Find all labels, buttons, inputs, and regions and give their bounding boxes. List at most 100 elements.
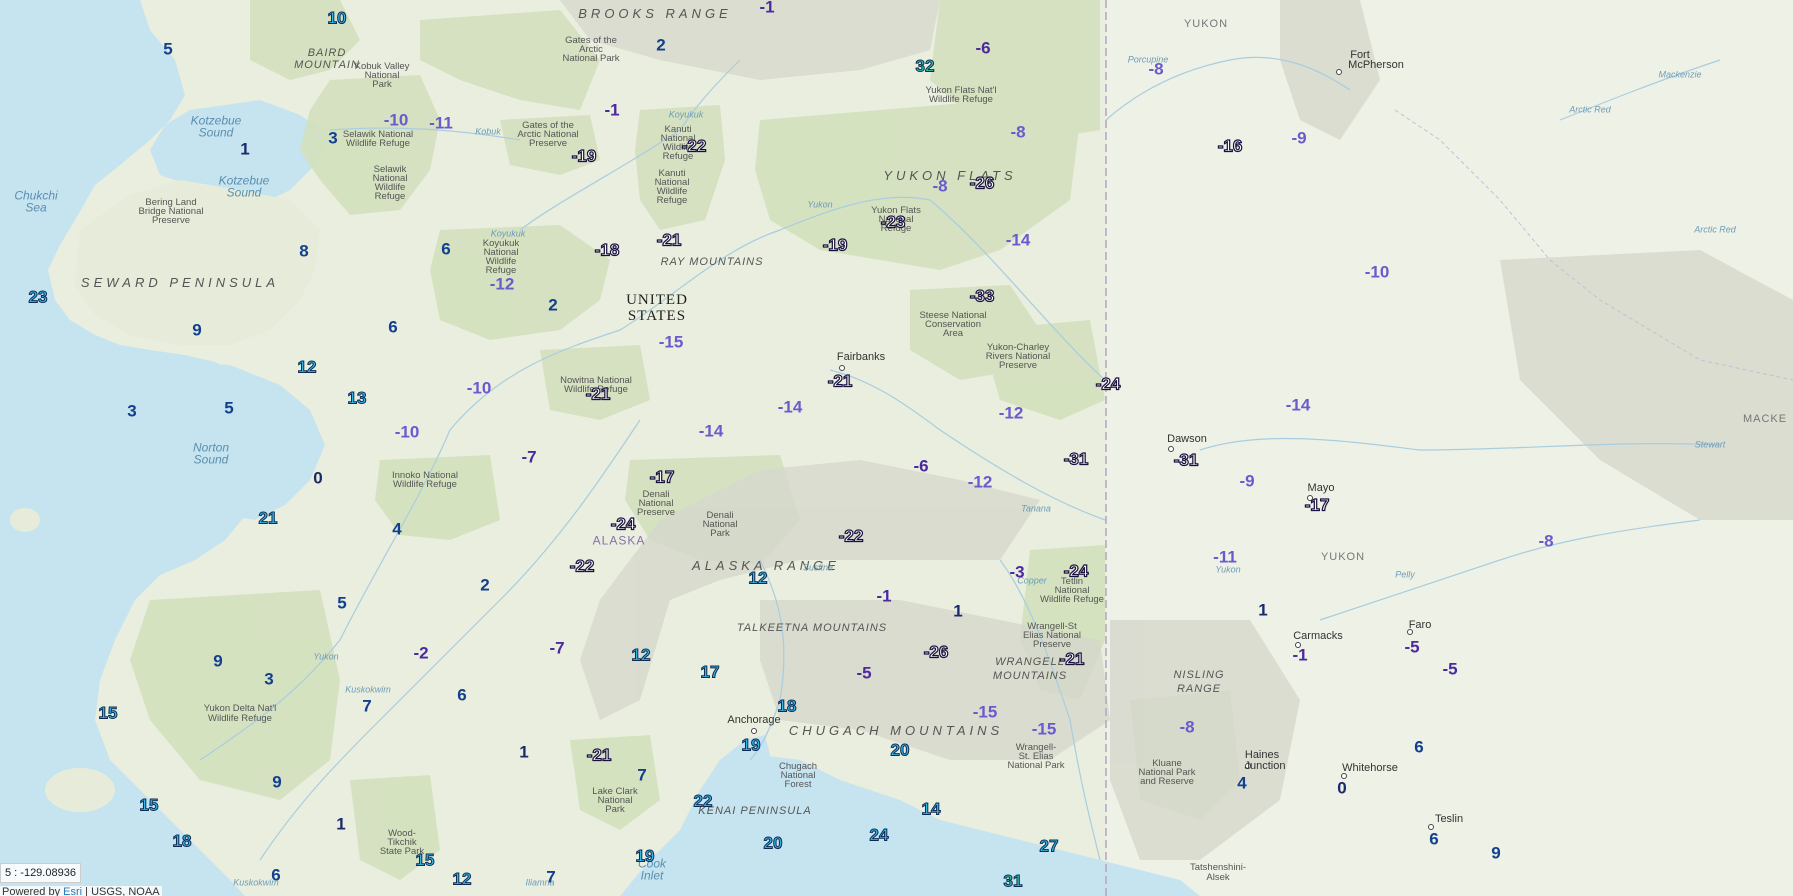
- temperature-marker[interactable]: -21: [656, 231, 682, 249]
- temperature-marker[interactable]: 2: [656, 37, 665, 54]
- temperature-marker[interactable]: -21: [585, 385, 611, 403]
- temperature-marker[interactable]: -14: [699, 423, 724, 440]
- temperature-marker[interactable]: 15: [139, 796, 159, 814]
- temperature-marker[interactable]: -26: [969, 174, 995, 192]
- temperature-marker[interactable]: 6: [271, 867, 280, 884]
- temperature-marker[interactable]: 27: [1039, 837, 1059, 855]
- temperature-marker[interactable]: 15: [415, 851, 435, 869]
- temperature-marker[interactable]: 5: [224, 400, 233, 417]
- temperature-marker[interactable]: 18: [777, 697, 797, 715]
- temperature-marker[interactable]: 9: [192, 322, 201, 339]
- temperature-marker[interactable]: -9: [1291, 130, 1306, 147]
- temperature-marker[interactable]: -1: [1292, 647, 1307, 664]
- temperature-marker[interactable]: 2: [548, 297, 557, 314]
- temperature-marker[interactable]: 5: [337, 595, 346, 612]
- temperature-marker[interactable]: -15: [659, 334, 684, 351]
- temperature-marker[interactable]: 21: [258, 509, 278, 527]
- temperature-marker[interactable]: -3: [1009, 564, 1024, 581]
- temperature-marker[interactable]: -24: [1095, 375, 1121, 393]
- temperature-marker[interactable]: 7: [362, 698, 371, 715]
- temperature-marker[interactable]: 12: [748, 569, 768, 587]
- temperature-marker[interactable]: -5: [1442, 661, 1457, 678]
- temperature-marker[interactable]: -6: [913, 458, 928, 475]
- temperature-marker[interactable]: -8: [1538, 533, 1553, 550]
- temperature-marker[interactable]: -15: [1032, 721, 1057, 738]
- temperature-marker[interactable]: 7: [546, 869, 555, 886]
- temperature-marker[interactable]: -16: [1217, 137, 1243, 155]
- temperature-marker[interactable]: -12: [999, 405, 1024, 422]
- temperature-marker[interactable]: -23: [880, 213, 906, 231]
- esri-link[interactable]: Esri: [63, 886, 82, 896]
- temperature-marker[interactable]: 2: [480, 577, 489, 594]
- temperature-marker[interactable]: -8: [1010, 124, 1025, 141]
- temperature-marker[interactable]: -5: [856, 665, 871, 682]
- temperature-marker[interactable]: -10: [395, 424, 420, 441]
- temperature-marker[interactable]: 17: [700, 663, 720, 681]
- temperature-marker[interactable]: -10: [384, 112, 409, 129]
- temperature-marker[interactable]: 9: [1491, 845, 1500, 862]
- temperature-marker[interactable]: -14: [1006, 232, 1031, 249]
- temperature-marker[interactable]: -19: [822, 236, 848, 254]
- temperature-marker[interactable]: 1: [953, 603, 962, 620]
- temperature-marker[interactable]: 3: [264, 671, 273, 688]
- temperature-marker[interactable]: 5: [163, 41, 172, 58]
- temperature-marker[interactable]: 32: [915, 57, 935, 75]
- temperature-marker[interactable]: -14: [778, 399, 803, 416]
- temperature-marker[interactable]: 10: [327, 9, 347, 27]
- temperature-marker[interactable]: 0: [1337, 780, 1346, 797]
- temperature-marker[interactable]: 12: [631, 646, 651, 664]
- temperature-marker[interactable]: -21: [586, 746, 612, 764]
- temperature-marker[interactable]: -6: [975, 40, 990, 57]
- temperature-marker[interactable]: 6: [457, 687, 466, 704]
- temperature-marker[interactable]: 18: [172, 832, 192, 850]
- temperature-marker[interactable]: 0: [313, 470, 322, 487]
- temperature-marker[interactable]: 9: [272, 774, 281, 791]
- temperature-marker[interactable]: -5: [1404, 639, 1419, 656]
- temperature-marker[interactable]: 8: [299, 243, 308, 260]
- temperature-marker[interactable]: -15: [973, 704, 998, 721]
- temperature-marker[interactable]: -1: [876, 588, 891, 605]
- temperature-marker[interactable]: 1: [1258, 602, 1267, 619]
- temperature-marker[interactable]: -10: [467, 380, 492, 397]
- temperature-marker[interactable]: -8: [1148, 61, 1163, 78]
- temperature-marker[interactable]: 13: [347, 389, 367, 407]
- temperature-marker[interactable]: 9: [213, 653, 222, 670]
- temperature-marker[interactable]: -12: [490, 276, 515, 293]
- temperature-marker[interactable]: -10: [1365, 264, 1390, 281]
- temperature-marker[interactable]: -12: [968, 474, 993, 491]
- temperature-marker[interactable]: 22: [693, 792, 713, 810]
- temperature-marker[interactable]: -2: [413, 645, 428, 662]
- temperature-marker[interactable]: -26: [923, 643, 949, 661]
- temperature-marker[interactable]: 6: [441, 241, 450, 258]
- temperature-marker[interactable]: -11: [429, 115, 453, 132]
- temperature-marker[interactable]: 7: [637, 767, 646, 784]
- temperature-marker[interactable]: -19: [571, 147, 597, 165]
- temperature-marker[interactable]: -21: [1059, 650, 1085, 668]
- temperature-marker[interactable]: 6: [388, 319, 397, 336]
- temperature-marker[interactable]: -1: [759, 0, 774, 16]
- temperature-marker[interactable]: 4: [1237, 775, 1246, 792]
- temperature-marker[interactable]: -17: [1304, 496, 1330, 514]
- temperature-marker[interactable]: 3: [328, 130, 337, 147]
- temperature-marker[interactable]: 12: [297, 358, 317, 376]
- temperature-marker[interactable]: -18: [594, 241, 620, 259]
- temperature-marker[interactable]: -7: [549, 640, 564, 657]
- temperature-marker[interactable]: 15: [98, 704, 118, 722]
- temperature-marker[interactable]: 24: [869, 826, 889, 844]
- temperature-marker[interactable]: 14: [921, 800, 941, 818]
- temperature-marker[interactable]: 3: [127, 403, 136, 420]
- temperature-marker[interactable]: -31: [1063, 450, 1089, 468]
- temperature-marker[interactable]: -24: [1063, 562, 1089, 580]
- temperature-marker[interactable]: -7: [521, 449, 536, 466]
- temperature-marker[interactable]: 20: [890, 741, 910, 759]
- temperature-marker[interactable]: -14: [1286, 397, 1311, 414]
- temperature-marker[interactable]: 1: [240, 141, 249, 158]
- temperature-marker[interactable]: -21: [827, 372, 853, 390]
- temperature-marker[interactable]: 6: [1429, 831, 1438, 848]
- temperature-marker[interactable]: 1: [519, 744, 528, 761]
- temperature-marker[interactable]: 1: [336, 816, 345, 833]
- temperature-marker[interactable]: -17: [649, 468, 675, 486]
- temperature-marker[interactable]: -11: [1213, 549, 1237, 566]
- temperature-marker[interactable]: -31: [1173, 451, 1199, 469]
- temperature-marker[interactable]: 31: [1003, 872, 1023, 890]
